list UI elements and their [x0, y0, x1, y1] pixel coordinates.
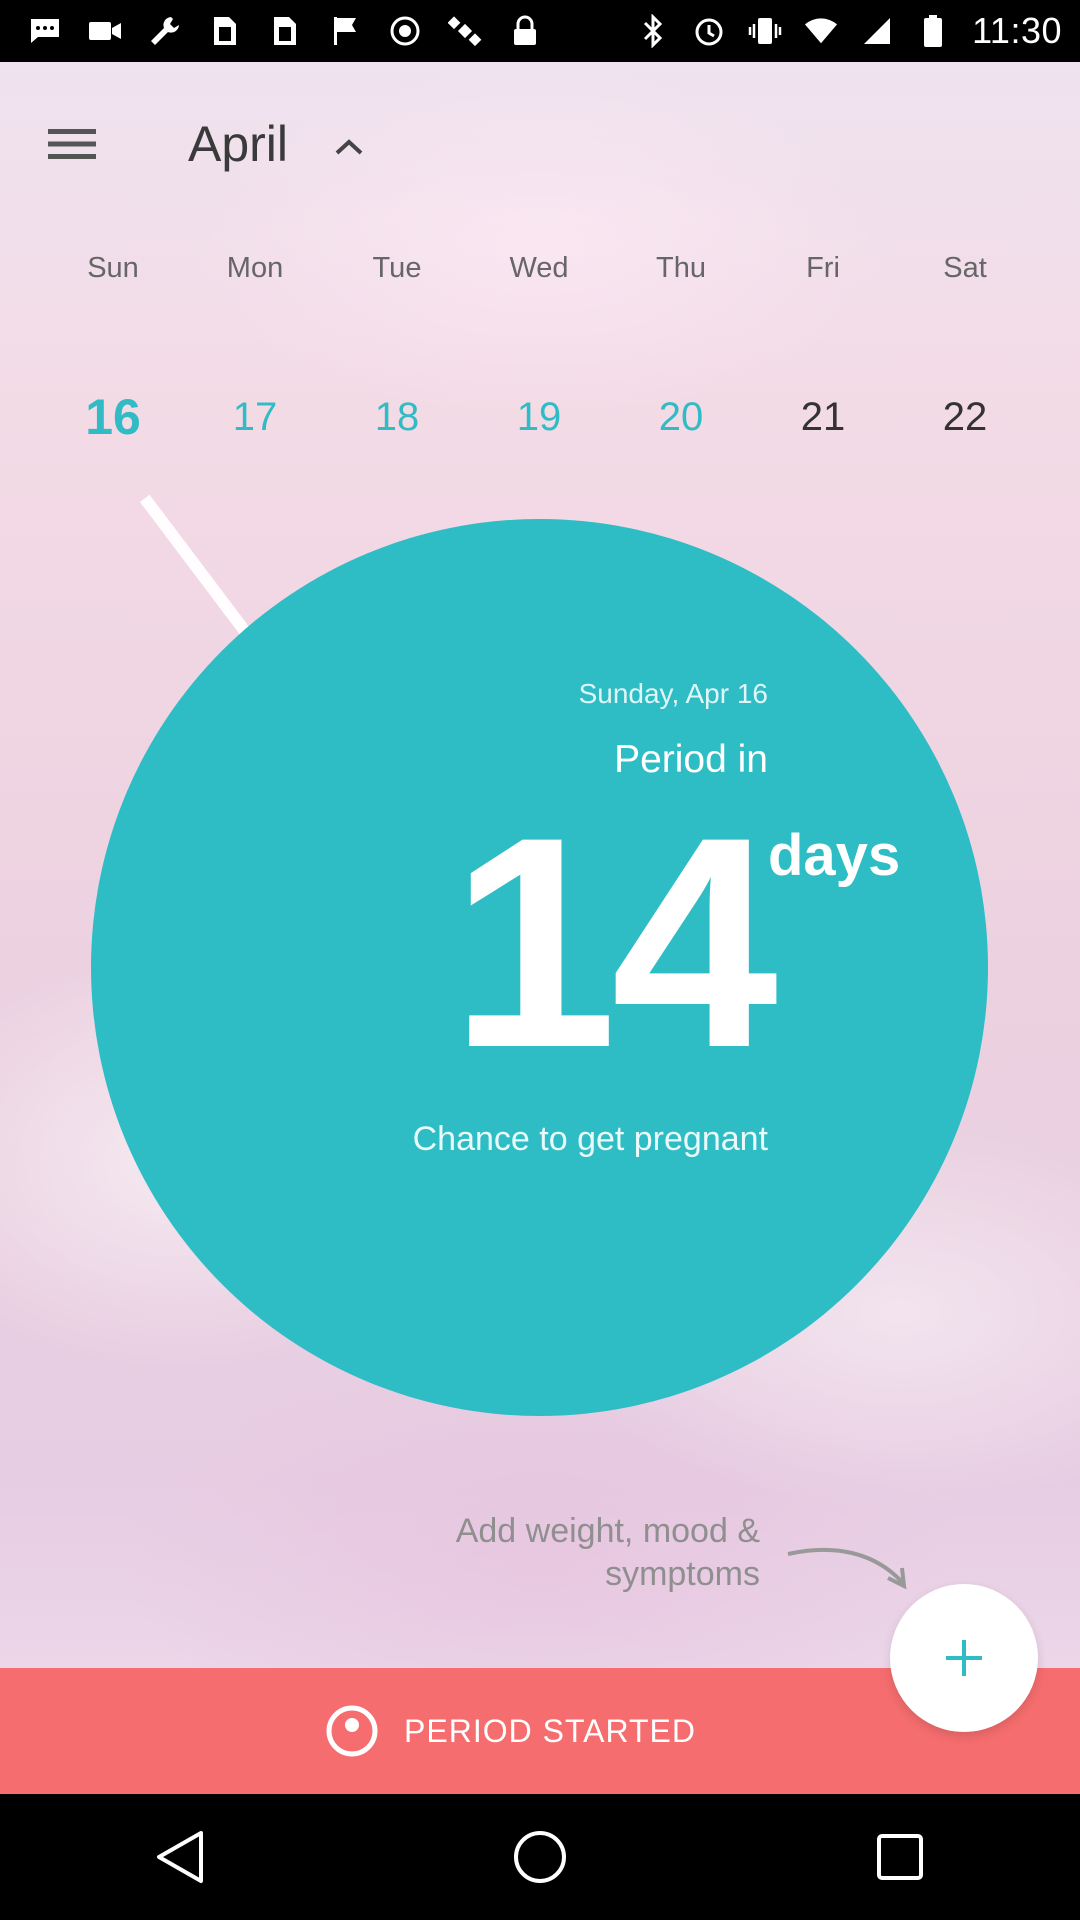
weekday-header: Sun Mon Tue Wed Thu Fri Sat: [42, 238, 1042, 298]
navigation-bar: [0, 1794, 1080, 1920]
satellite-icon: [448, 14, 482, 48]
menu-button[interactable]: [34, 112, 110, 176]
alarm-icon: [692, 14, 726, 48]
calendar-day[interactable]: 21: [752, 362, 894, 472]
wifi-icon: [804, 14, 838, 48]
calendar-day[interactable]: 20: [610, 362, 752, 472]
lock-icon: [508, 14, 542, 48]
day-number: 19: [516, 395, 562, 439]
signal-icon: [860, 14, 894, 48]
period-started-label: PERIOD STARTED: [404, 1712, 696, 1749]
weekday-wed: Wed: [509, 252, 569, 284]
weekday-thu: Thu: [656, 252, 706, 284]
sim-card-icon: [268, 14, 302, 48]
hint-line-1: Add weight, mood &: [455, 1512, 760, 1550]
home-button[interactable]: [480, 1807, 600, 1907]
recents-icon: [877, 1834, 923, 1880]
summary-chance: Chance to get pregnant: [412, 1120, 768, 1158]
back-icon: [157, 1831, 203, 1883]
day-number: 22: [942, 395, 988, 439]
battery-icon: [916, 14, 950, 48]
calendar-day[interactable]: 19: [468, 362, 610, 472]
status-time: 11:30: [972, 10, 1062, 51]
weekday-mon: Mon: [226, 252, 284, 284]
day-number: 20: [658, 395, 704, 439]
calendar-day[interactable]: 22: [894, 362, 1036, 472]
day-number: 18: [374, 395, 420, 439]
video-icon: [88, 14, 122, 48]
app-screen: April Sun Mon Tue Wed Thu Fri Sat 16 17 …: [0, 62, 1080, 1794]
calendar-week: 16 17 18 19 20 21 22: [42, 354, 1042, 484]
weekday-tue: Tue: [372, 252, 422, 284]
day-number: 21: [800, 395, 846, 439]
messages-icon: [28, 14, 62, 48]
bluetooth-icon: [636, 14, 670, 48]
weekday-sat: Sat: [943, 252, 987, 284]
day-number: 17: [232, 395, 278, 439]
home-icon: [514, 1831, 566, 1883]
summary-count: 14: [450, 774, 778, 1110]
day-number: 16: [85, 389, 141, 445]
month-title[interactable]: April: [188, 112, 288, 176]
hint-line-2: symptoms: [605, 1555, 760, 1593]
add-data-hint: Add weight, mood & symptoms: [360, 1510, 760, 1596]
back-button[interactable]: [120, 1807, 240, 1907]
curved-arrow-icon: [787, 1547, 907, 1590]
flag-icon: [328, 14, 362, 48]
weekday-sun: Sun: [87, 252, 139, 284]
plus-icon: [946, 1640, 982, 1676]
status-bar: 11:30: [0, 0, 1080, 62]
wrench-icon: [148, 14, 182, 48]
calendar-day-selected[interactable]: 16: [42, 354, 184, 484]
target-icon: [326, 1705, 378, 1757]
chevron-up-icon: [335, 139, 363, 155]
month-toggle-button[interactable]: [326, 124, 372, 170]
weekday-fri: Fri: [806, 252, 840, 284]
summary-date: Sunday, Apr 16: [578, 678, 768, 709]
hamburger-menu-icon: [48, 129, 96, 159]
record-icon: [388, 14, 422, 48]
calendar-day[interactable]: 18: [326, 362, 468, 472]
vibrate-icon: [748, 14, 782, 48]
recents-button[interactable]: [840, 1807, 960, 1907]
calendar-day[interactable]: 17: [184, 362, 326, 472]
add-entry-button[interactable]: [890, 1584, 1038, 1732]
sim-card-icon: [208, 14, 242, 48]
summary-unit: days: [768, 823, 901, 888]
header: April: [0, 62, 1080, 212]
